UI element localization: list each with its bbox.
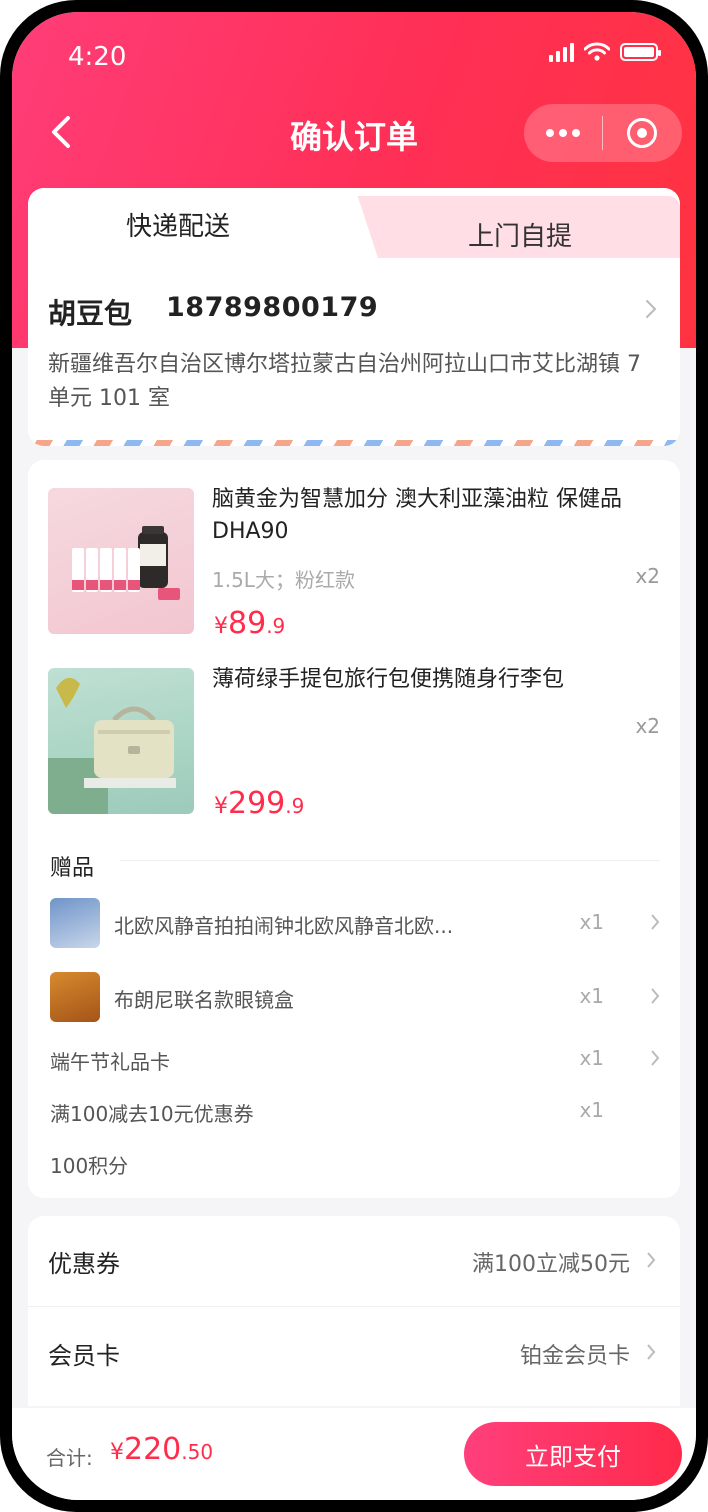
gift-item: 100积分: [50, 1150, 660, 1190]
supplement-illustration-icon: [72, 526, 180, 600]
total-label: 合计:: [46, 1446, 93, 1470]
signal-icon: [549, 42, 574, 62]
product-title-2[interactable]: 薄荷绿手提包旅行包便携随身行李包: [212, 664, 662, 696]
gift-item[interactable]: 北欧风静音拍拍闹钟北欧风静音北欧... x1: [50, 898, 660, 948]
product-image-dha[interactable]: [48, 488, 194, 634]
mini-program-capsule: [524, 104, 682, 162]
gift-qty: x1: [579, 910, 604, 934]
checkout-bar: 合计: ¥220.50 立即支付: [12, 1408, 696, 1500]
gifts-heading: 赠品: [50, 856, 95, 881]
wifi-icon: [584, 42, 610, 61]
chevron-right-icon: [651, 1050, 660, 1066]
chevron-right-icon: [646, 300, 657, 318]
target-icon: [627, 118, 657, 148]
goods-card: 脑黄金为智慧加分 澳大利亚藻油粒 保健品 DHA90 1.5L大；粉红款 x2 …: [28, 460, 680, 1198]
battery-icon: [620, 43, 661, 61]
tab-express[interactable]: 快递配送: [28, 188, 378, 258]
gifts-divider: [120, 860, 660, 861]
total-price: ¥220.50: [110, 1432, 213, 1467]
gift-label: 北欧风静音拍拍闹钟北欧风静音北欧...: [114, 914, 454, 938]
price-decimal: .9: [285, 794, 305, 818]
delivery-card: 上门自提 快递配送 胡豆包 18789800179 新疆维吾尔自治区博尔塔拉蒙古…: [28, 188, 680, 446]
coupon-value: 满100立减50元: [472, 1252, 630, 1277]
recipient-phone: 18789800179: [166, 292, 379, 323]
tab-pickup-label: 上门自提: [467, 222, 572, 252]
gift-qty: x1: [579, 1098, 604, 1122]
screen: 4:20 确认订单 上门自提 快递配送 胡豆包 18789800179 新疆维吾…: [12, 12, 696, 1500]
member-card-label: 会员卡: [48, 1342, 120, 1370]
total-integer: 220: [124, 1432, 182, 1467]
airmail-border: [28, 440, 680, 446]
tab-pickup[interactable]: 上门自提: [350, 196, 680, 258]
total-symbol: ¥: [110, 1440, 124, 1465]
address-text: 新疆维吾尔自治区博尔塔拉蒙古自治州阿拉山口市艾比湖镇 7 单元 101 室: [48, 352, 641, 411]
recipient-name: 胡豆包: [48, 297, 133, 330]
gift-label: 100积分: [50, 1154, 129, 1178]
chevron-right-icon: [647, 1344, 656, 1360]
gift-label: 端午节礼品卡: [50, 1050, 170, 1074]
more-dots-icon: [546, 129, 580, 137]
gift-label: 满100减去10元优惠券: [50, 1102, 254, 1126]
product-qty-2: x2: [635, 714, 660, 738]
gift-item: 满100减去10元优惠券 x1: [50, 1098, 660, 1138]
member-card-value: 铂金会员卡: [519, 1344, 630, 1369]
gift-label: 布朗尼联名款眼镜盒: [114, 988, 294, 1012]
gift-item[interactable]: 端午节礼品卡 x1: [50, 1046, 660, 1086]
product-spec-1: 1.5L大；粉红款: [212, 568, 355, 592]
price-integer: 89: [228, 606, 267, 641]
product-title-1[interactable]: 脑黄金为智慧加分 澳大利亚藻油粒 保健品 DHA90: [212, 484, 662, 548]
handbag-illustration-icon: [48, 677, 176, 814]
tab-express-label: 快递配送: [125, 212, 230, 242]
price-decimal: .9: [266, 614, 286, 638]
price-symbol: ¥: [214, 794, 228, 819]
close-mini-program-button[interactable]: [603, 104, 681, 162]
status-icons: [549, 42, 661, 62]
gift-item[interactable]: 布朗尼联名款眼镜盒 x1: [50, 972, 660, 1022]
alarm-clock-thumbnail: [50, 898, 100, 948]
status-time: 4:20: [68, 42, 127, 72]
phone-frame: 4:20 确认订单 上门自提 快递配送 胡豆包 18789800179 新疆维吾…: [0, 0, 708, 1512]
total-decimal: .50: [181, 1440, 214, 1464]
product-image-bag[interactable]: [48, 668, 194, 814]
row-divider: [28, 1306, 680, 1307]
gift-qty: x1: [579, 1046, 604, 1070]
gift-qty: x1: [579, 984, 604, 1008]
options-card: 优惠券 满100立减50元 会员卡 铂金会员卡: [28, 1216, 680, 1406]
product-price-1: ¥89.9: [214, 606, 285, 641]
price-integer: 299: [228, 786, 286, 821]
glasses-case-thumbnail: [50, 972, 100, 1022]
chevron-right-icon: [651, 988, 660, 1004]
pay-now-button[interactable]: 立即支付: [464, 1422, 682, 1486]
coupon-label: 优惠券: [48, 1250, 120, 1278]
chevron-right-icon: [651, 914, 660, 930]
price-symbol: ¥: [214, 614, 228, 639]
more-button[interactable]: [524, 104, 602, 162]
chevron-right-icon: [647, 1252, 656, 1268]
product-price-2: ¥299.9: [214, 786, 304, 821]
coupon-row[interactable]: 优惠券 满100立减50元: [28, 1216, 680, 1307]
product-qty-1: x2: [635, 564, 660, 588]
member-card-row[interactable]: 会员卡 铂金会员卡: [28, 1308, 680, 1398]
